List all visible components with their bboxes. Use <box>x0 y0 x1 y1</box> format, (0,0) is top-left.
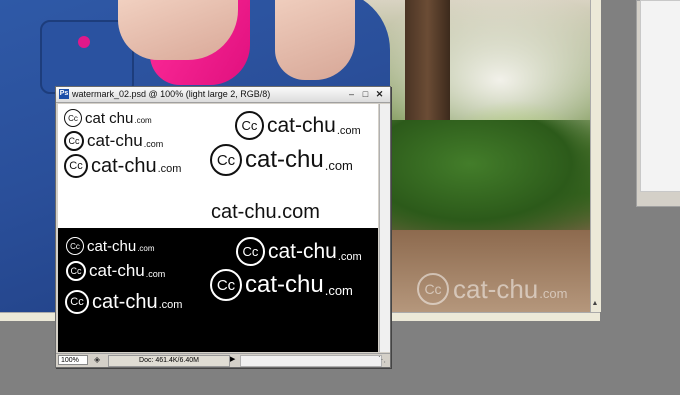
watermark-dark-2: Cc cat-chu .com <box>64 131 163 151</box>
vertical-scrollbar[interactable] <box>379 104 390 352</box>
photo-watermark: Cc cat-chu .com <box>417 272 567 306</box>
watermark-text: cat-chu <box>87 237 137 255</box>
status-bar: 100% ◈ Doc: 461.4K/6.40M ▶ ⋱ <box>56 353 390 367</box>
minimize-button[interactable]: ‒ <box>346 89 357 99</box>
watermark-text: cat-chu <box>87 131 143 150</box>
window-titlebar[interactable]: Ps watermark_02.psd @ 100% (light large … <box>56 87 390 103</box>
watermark-text: cat-chu <box>92 290 158 313</box>
watermark-suffix: .com <box>137 244 155 253</box>
watermark-suffix: .com <box>324 158 353 173</box>
watermark-text: cat-chu <box>268 239 337 263</box>
document-canvas[interactable]: Cc cat chu .com Cc cat-chu .com Cc cat-c… <box>58 104 378 352</box>
copyright-c-icon: Cc <box>210 144 242 176</box>
photoshop-document-icon: Ps <box>59 89 69 99</box>
watermark-text: cat-chu <box>91 154 157 177</box>
watermark-suffix: .com <box>158 299 183 311</box>
copyright-c-icon: Cc <box>64 154 88 178</box>
scroll-up-arrow-icon[interactable]: ▲ <box>591 300 599 308</box>
watermark-light-5: Cc cat-chu .com <box>210 269 353 301</box>
resize-grip-icon[interactable]: ⋱ <box>378 355 388 365</box>
watermark-suffix: .com <box>324 283 353 298</box>
watermark-text: cat-chu <box>245 271 324 298</box>
copyright-c-icon: Cc <box>64 109 82 127</box>
copyright-c-icon: Cc <box>65 290 89 314</box>
navigator-icon[interactable]: ◈ <box>94 355 104 365</box>
document-window[interactable]: Ps watermark_02.psd @ 100% (light large … <box>55 86 391 368</box>
close-button[interactable]: ✕ <box>374 89 385 99</box>
pink-button <box>78 36 90 48</box>
copyright-c-icon: Cc <box>66 261 86 281</box>
watermark-text: cat-chu <box>89 261 145 280</box>
copyright-c-icon: Cc <box>210 269 242 301</box>
watermark-light-4: Cc cat-chu .com <box>236 237 362 266</box>
watermark-dark-4: Cc cat-chu .com <box>235 111 361 140</box>
photo-watermark-suffix: .com <box>539 285 568 301</box>
plain-watermark-text: cat-chu.com <box>211 201 320 223</box>
watermark-text: cat chu <box>85 109 134 127</box>
copyright-c-icon: Cc <box>235 111 264 140</box>
watermark-suffix: .com <box>134 116 152 125</box>
watermark-suffix: .com <box>143 139 164 149</box>
watermark-text: cat-chu <box>245 146 324 173</box>
watermark-suffix: .com <box>157 163 182 175</box>
watermark-suffix: .com <box>145 269 166 279</box>
watermark-text: cat-chu <box>267 113 336 137</box>
watermark-dark-5: Cc cat-chu .com <box>210 144 353 176</box>
watermark-light-3: Cc cat-chu .com <box>65 290 182 314</box>
maximize-button[interactable]: □ <box>360 89 371 99</box>
arm <box>275 0 355 80</box>
copyright-c-icon: Cc <box>66 237 84 255</box>
document-size-info[interactable]: Doc: 461.4K/6.40M <box>108 355 230 367</box>
zoom-level-field[interactable]: 100% <box>58 355 88 365</box>
background-vertical-scrollbar[interactable] <box>590 0 601 312</box>
watermark-light-2: Cc cat-chu .com <box>66 261 165 281</box>
watermark-dark-3: Cc cat-chu .com <box>64 154 181 178</box>
copyright-c-icon: Cc <box>236 237 265 266</box>
watermark-light-1: Cc cat-chu .com <box>66 237 155 255</box>
copyright-c-icon: Cc <box>417 273 449 305</box>
copyright-c-icon: Cc <box>64 131 84 151</box>
watermark-dark-1: Cc cat chu .com <box>64 109 152 127</box>
photo-watermark-text: cat-chu <box>453 273 539 304</box>
watermark-suffix: .com <box>337 251 362 263</box>
status-menu-arrow-icon[interactable]: ▶ <box>230 355 238 365</box>
watermark-suffix: .com <box>336 125 361 137</box>
green-bush <box>390 120 590 230</box>
horizontal-scrollbar[interactable] <box>240 355 382 367</box>
window-title: watermark_02.psd @ 100% (light large 2, … <box>72 89 271 99</box>
side-panel-content <box>640 0 680 192</box>
